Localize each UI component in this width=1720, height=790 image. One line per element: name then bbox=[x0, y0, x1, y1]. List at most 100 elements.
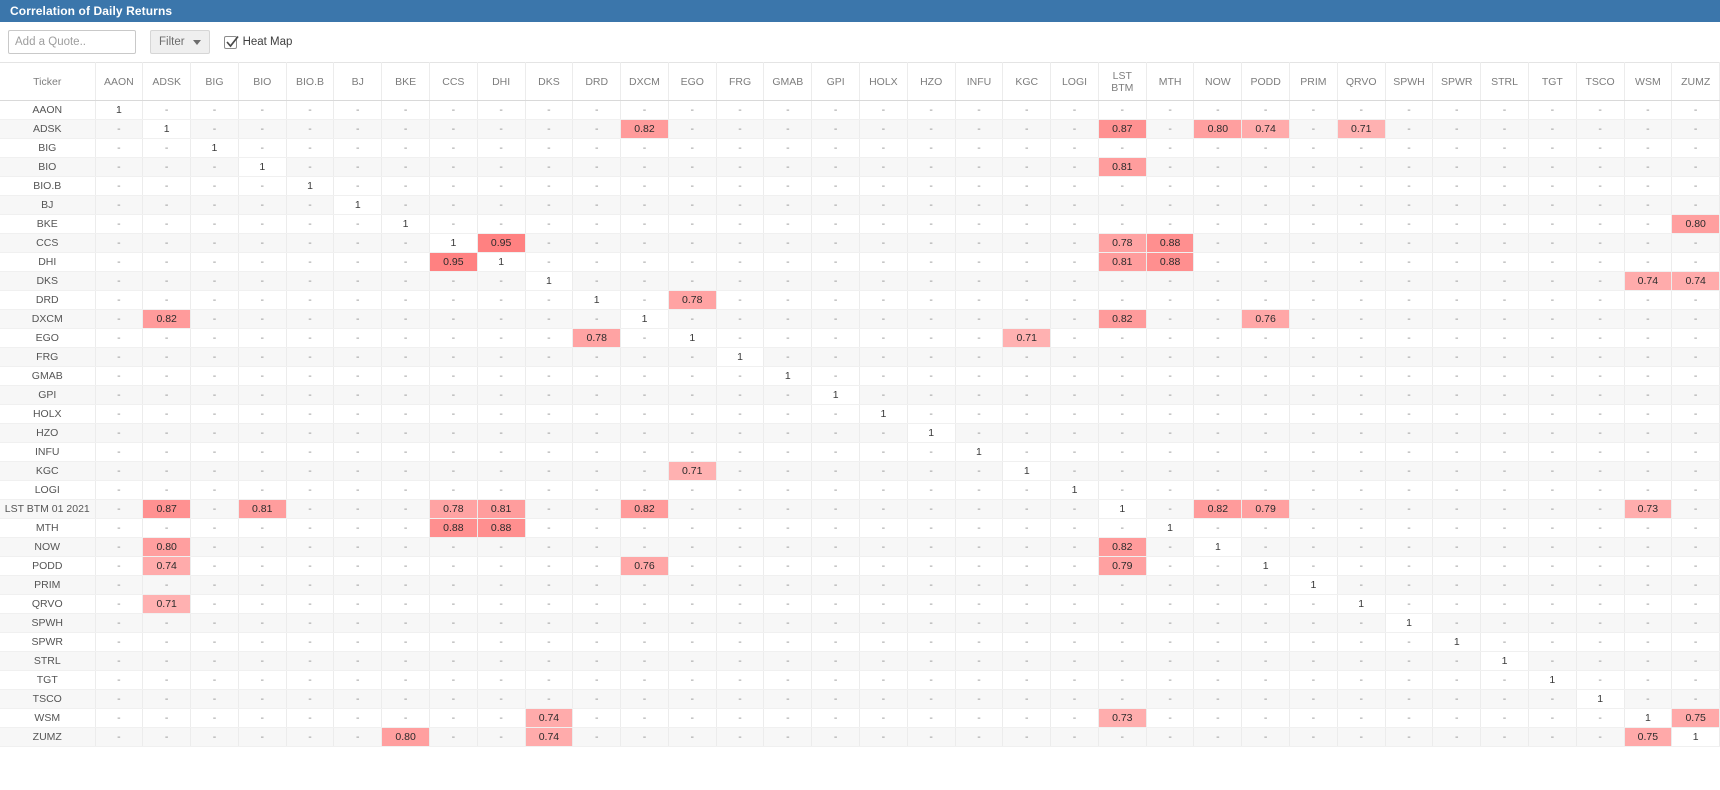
cell-empty: - bbox=[1432, 195, 1482, 215]
row-header-frg[interactable]: FRG bbox=[0, 347, 96, 367]
column-header-adsk[interactable]: ADSK bbox=[142, 62, 192, 101]
row-header-infu[interactable]: INFU bbox=[0, 442, 96, 462]
cell-empty: - bbox=[1241, 518, 1291, 538]
column-header-hzo[interactable]: HZO bbox=[907, 62, 956, 101]
cell-empty: - bbox=[572, 404, 622, 424]
heatmap-toggle[interactable]: Heat Map bbox=[223, 35, 292, 49]
column-header-dhi[interactable]: DHI bbox=[477, 62, 526, 101]
column-header-ego[interactable]: EGO bbox=[668, 62, 717, 101]
row-header-kgc[interactable]: KGC bbox=[0, 461, 96, 481]
row-header-hzo[interactable]: HZO bbox=[0, 423, 96, 443]
column-header-wsm[interactable]: WSM bbox=[1624, 62, 1673, 101]
column-header-kgc[interactable]: KGC bbox=[1002, 62, 1052, 101]
cell-empty: - bbox=[477, 651, 526, 671]
row-header-holx[interactable]: HOLX bbox=[0, 404, 96, 424]
column-header-big[interactable]: BIG bbox=[190, 62, 239, 101]
row-header-tgt[interactable]: TGT bbox=[0, 670, 96, 690]
row-header-bj[interactable]: BJ bbox=[0, 195, 96, 215]
cell-empty: - bbox=[1002, 290, 1052, 310]
column-header-bke[interactable]: BKE bbox=[381, 62, 430, 101]
cell-empty: - bbox=[1098, 594, 1147, 614]
row-header-zumz[interactable]: ZUMZ bbox=[0, 727, 96, 747]
row-header-prim[interactable]: PRIM bbox=[0, 575, 96, 595]
column-header-now[interactable]: NOW bbox=[1193, 62, 1243, 101]
column-header-prim[interactable]: PRIM bbox=[1289, 62, 1338, 101]
row-header-dhi[interactable]: DHI bbox=[0, 252, 96, 272]
cell-empty: - bbox=[381, 233, 430, 253]
row-header-ccs[interactable]: CCS bbox=[0, 233, 96, 253]
column-header-gmab[interactable]: GMAB bbox=[763, 62, 813, 101]
column-header-podd[interactable]: PODD bbox=[1241, 62, 1291, 101]
row-header-mth[interactable]: MTH bbox=[0, 518, 96, 538]
row-header-ego[interactable]: EGO bbox=[0, 328, 96, 348]
cell-empty: - bbox=[1241, 632, 1291, 652]
cell-empty: - bbox=[1385, 423, 1434, 443]
cell-empty: - bbox=[190, 347, 239, 367]
cell-empty: - bbox=[1289, 727, 1338, 747]
row-header-aaon[interactable]: AAON bbox=[0, 100, 96, 120]
cell-empty: - bbox=[1576, 100, 1625, 120]
column-header-holx[interactable]: HOLX bbox=[859, 62, 908, 101]
column-header-spwr[interactable]: SPWR bbox=[1432, 62, 1482, 101]
row-header-qrvo[interactable]: QRVO bbox=[0, 594, 96, 614]
row-header-spwr[interactable]: SPWR bbox=[0, 632, 96, 652]
cell-diagonal: 1 bbox=[1528, 670, 1577, 690]
cell-empty: - bbox=[1050, 689, 1099, 709]
column-header-dks[interactable]: DKS bbox=[525, 62, 574, 101]
row-header-bio[interactable]: BIO bbox=[0, 157, 96, 177]
column-header-bio-b[interactable]: BIO.B bbox=[286, 62, 335, 101]
column-header-infu[interactable]: INFU bbox=[955, 62, 1004, 101]
row-header-logi[interactable]: LOGI bbox=[0, 480, 96, 500]
cell-empty: - bbox=[572, 537, 622, 557]
row-header-adsk[interactable]: ADSK bbox=[0, 119, 96, 139]
cell-empty: - bbox=[1241, 537, 1291, 557]
row-header-strl[interactable]: STRL bbox=[0, 651, 96, 671]
cell-empty: - bbox=[381, 442, 430, 462]
filter-button[interactable]: Filter bbox=[150, 30, 210, 54]
row-header-wsm[interactable]: WSM bbox=[0, 708, 96, 728]
row-header-dks[interactable]: DKS bbox=[0, 271, 96, 291]
row-header-now[interactable]: NOW bbox=[0, 537, 96, 557]
row-header-spwh[interactable]: SPWH bbox=[0, 613, 96, 633]
column-header-frg[interactable]: FRG bbox=[716, 62, 765, 101]
cell-empty: - bbox=[716, 632, 765, 652]
cell-empty: - bbox=[429, 708, 478, 728]
column-header-tsco[interactable]: TSCO bbox=[1576, 62, 1625, 101]
row-header-bke[interactable]: BKE bbox=[0, 214, 96, 234]
add-quote-input[interactable] bbox=[8, 30, 136, 54]
cell-empty: - bbox=[572, 461, 622, 481]
column-header-bio[interactable]: BIO bbox=[238, 62, 287, 101]
column-header-qrvo[interactable]: QRVO bbox=[1337, 62, 1386, 101]
column-header-mth[interactable]: MTH bbox=[1146, 62, 1195, 101]
cell-empty: - bbox=[1480, 480, 1529, 500]
column-header-tgt[interactable]: TGT bbox=[1528, 62, 1577, 101]
cell-empty: - bbox=[955, 537, 1004, 557]
column-header-bj[interactable]: BJ bbox=[333, 62, 383, 101]
column-header-zumz[interactable]: ZUMZ bbox=[1671, 62, 1720, 101]
row-header-gpi[interactable]: GPI bbox=[0, 385, 96, 405]
column-header-lst-btm[interactable]: LST BTM bbox=[1098, 62, 1147, 101]
row-header-lst-btm-01-2021[interactable]: LST BTM 01 2021 bbox=[0, 499, 96, 519]
cell-empty: - bbox=[381, 157, 430, 177]
column-header-logi[interactable]: LOGI bbox=[1050, 62, 1099, 101]
cell-empty: - bbox=[1193, 366, 1243, 386]
column-header-dxcm[interactable]: DXCM bbox=[620, 62, 669, 101]
row-header-gmab[interactable]: GMAB bbox=[0, 366, 96, 386]
column-header-strl[interactable]: STRL bbox=[1480, 62, 1529, 101]
row-header-dxcm[interactable]: DXCM bbox=[0, 309, 96, 329]
checkbox-icon[interactable] bbox=[223, 35, 239, 49]
cell-empty: - bbox=[668, 708, 717, 728]
column-header-ccs[interactable]: CCS bbox=[429, 62, 478, 101]
row-header-bio-b[interactable]: BIO.B bbox=[0, 176, 96, 196]
cell-empty: - bbox=[1241, 708, 1291, 728]
column-header-drd[interactable]: DRD bbox=[572, 62, 622, 101]
cell-empty: - bbox=[190, 423, 239, 443]
column-header-spwh[interactable]: SPWH bbox=[1385, 62, 1434, 101]
cell-empty: - bbox=[811, 290, 860, 310]
row-header-podd[interactable]: PODD bbox=[0, 556, 96, 576]
row-header-big[interactable]: BIG bbox=[0, 138, 96, 158]
row-header-drd[interactable]: DRD bbox=[0, 290, 96, 310]
row-header-tsco[interactable]: TSCO bbox=[0, 689, 96, 709]
column-header-aaon[interactable]: AAON bbox=[95, 62, 144, 101]
column-header-gpi[interactable]: GPI bbox=[811, 62, 860, 101]
